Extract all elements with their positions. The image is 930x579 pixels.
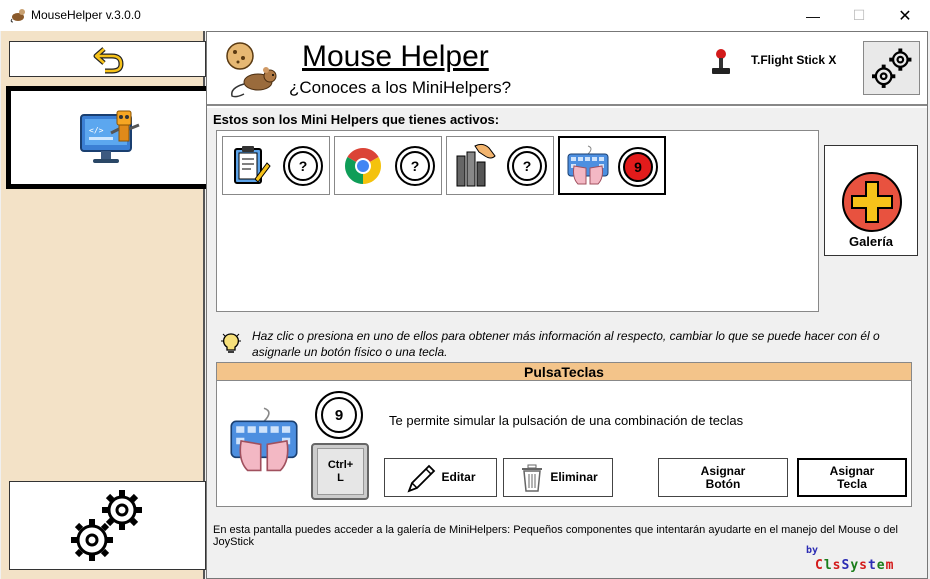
active-helpers-label: Estos son los Mini Helpers que tienes ac… <box>213 112 500 127</box>
back-button[interactable] <box>9 41 206 77</box>
minimize-button[interactable]: — <box>790 0 836 31</box>
page-title: Mouse Helper <box>302 40 489 73</box>
brand-by: by <box>806 545 819 556</box>
chrome-icon <box>344 148 382 184</box>
brand-logo: ClsSystem <box>815 558 895 573</box>
monitor-robot-icon: </> <box>80 110 140 163</box>
question-badge-icon: ? <box>512 151 542 181</box>
maximize-button[interactable]: ☐ <box>836 0 882 31</box>
key-combination-label: Ctrl+ L <box>317 448 364 495</box>
undo-arrow-icon <box>93 47 124 74</box>
lightbulb-icon <box>221 333 241 353</box>
helper-card-keyboard[interactable]: 9 <box>558 136 666 195</box>
gears-icon <box>71 490 142 561</box>
helper-card-books[interactable]: ? <box>446 136 554 195</box>
mouse-mascot-icon <box>226 42 277 98</box>
helper-description: Te permite simular la pulsación de una c… <box>389 413 744 428</box>
gears-icon <box>872 48 912 88</box>
helper-detail-title: PulsaTeclas <box>217 363 911 381</box>
settings-tile[interactable] <box>9 481 206 570</box>
page-subtitle: ¿Conoces a los MiniHelpers? <box>289 78 512 97</box>
keyboard-hands-icon <box>567 145 609 185</box>
assign-button-button[interactable]: Asignar Botón <box>658 458 788 497</box>
monitor-screen-tile[interactable]: </> <box>6 86 207 189</box>
delete-button[interactable]: Eliminar <box>503 458 613 497</box>
helper-card-chrome[interactable]: ? <box>334 136 442 195</box>
keyboard-hands-icon <box>230 407 298 472</box>
trash-icon <box>522 464 543 492</box>
mouse-app-icon <box>10 9 25 23</box>
number-badge-icon: 9 <box>321 397 357 433</box>
gallery-label: Galería <box>848 234 894 249</box>
books-hand-icon <box>456 143 496 187</box>
delete-label: Eliminar <box>550 470 598 484</box>
close-button[interactable]: ✕ <box>882 0 928 31</box>
helper-badge: 9 <box>618 147 658 187</box>
helper-card-clipboard[interactable]: ? <box>222 136 330 195</box>
footer-text: En esta pantalla puedes acceder a la gal… <box>213 524 898 548</box>
assigned-number-badge: 9 <box>315 391 363 439</box>
config-button[interactable] <box>863 41 920 95</box>
number-badge-icon: 9 <box>623 152 653 182</box>
question-badge-icon: ? <box>400 151 430 181</box>
question-badge-icon: ? <box>288 151 318 181</box>
svg-text:</>: </> <box>89 126 104 135</box>
pencil-icon <box>407 464 436 493</box>
edit-button[interactable]: Editar <box>384 458 497 497</box>
window-title: MouseHelper v.3.0.0 <box>31 8 141 22</box>
joystick-icon <box>712 49 730 74</box>
joystick-name: T.Flight Stick X <box>751 53 837 67</box>
assign-key-button[interactable]: Asignar Tecla <box>797 458 907 497</box>
plus-circle-icon <box>842 172 902 232</box>
helper-badge: ? <box>507 146 547 186</box>
key-combination: Ctrl+ L <box>311 443 369 500</box>
hint-text: Haz clic o presiona en uno de ellos para… <box>252 329 880 359</box>
clipboard-icon <box>234 146 271 184</box>
helper-badge: ? <box>283 146 323 186</box>
edit-label: Editar <box>441 470 476 484</box>
helper-badge: ? <box>395 146 435 186</box>
